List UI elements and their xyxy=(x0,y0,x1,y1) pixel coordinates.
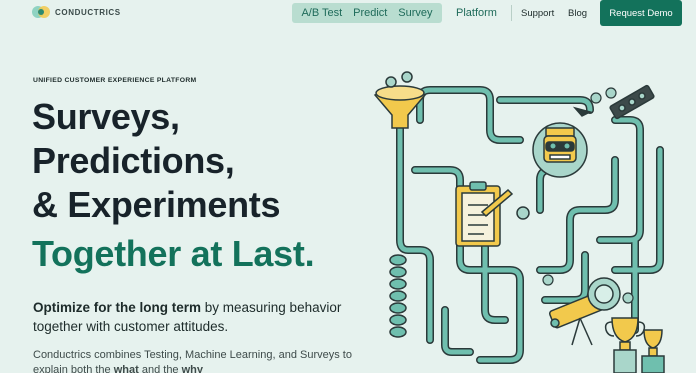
nav-predict[interactable]: Predict xyxy=(353,7,387,19)
logo[interactable]: CONDUCTRICS xyxy=(31,5,121,19)
panel-icon xyxy=(609,84,655,120)
headline-line-4: Together at Last. xyxy=(32,233,315,274)
eyebrow-text: UNIFIED CUSTOMER EXPERIENCE PLATFORM xyxy=(33,77,197,84)
nav-survey[interactable]: Survey xyxy=(398,7,432,19)
clipboard-icon xyxy=(455,181,530,247)
lead-paragraph: Optimize for the long term by measuring … xyxy=(33,298,343,336)
nav-divider xyxy=(511,5,512,21)
pipe-illustration xyxy=(373,71,665,373)
product-nav: A/B Test Predict Survey xyxy=(292,3,442,23)
spring-coil-icon xyxy=(389,254,407,338)
sub-why: why xyxy=(181,364,204,373)
sub-paragraph: Conductrics combines Testing, Machine Le… xyxy=(33,348,353,373)
headline-line-3: & Experiments xyxy=(32,184,281,225)
nav-blog[interactable]: Blog xyxy=(568,8,587,19)
lead-bold: Optimize for the long term xyxy=(33,300,202,315)
headline-line-1: Surveys, xyxy=(32,96,180,137)
nav-support[interactable]: Support xyxy=(521,8,554,19)
brand-name: CONDUCTRICS xyxy=(55,7,121,17)
robot-icon xyxy=(532,122,588,178)
site-header: CONDUCTRICS A/B Test Predict Survey Plat… xyxy=(0,0,696,26)
request-demo-button[interactable]: Request Demo xyxy=(600,0,682,26)
logo-icon xyxy=(32,6,50,18)
nav-ab-test[interactable]: A/B Test xyxy=(301,7,342,19)
headline-line-2: Predictions, xyxy=(32,140,235,181)
landing-page: CONDUCTRICS A/B Test Predict Survey Plat… xyxy=(0,0,696,373)
nav-platform[interactable]: Platform xyxy=(456,7,497,19)
trophy-icon xyxy=(604,317,665,373)
sub-and: and the xyxy=(138,364,182,373)
sub-what: what xyxy=(113,364,139,373)
